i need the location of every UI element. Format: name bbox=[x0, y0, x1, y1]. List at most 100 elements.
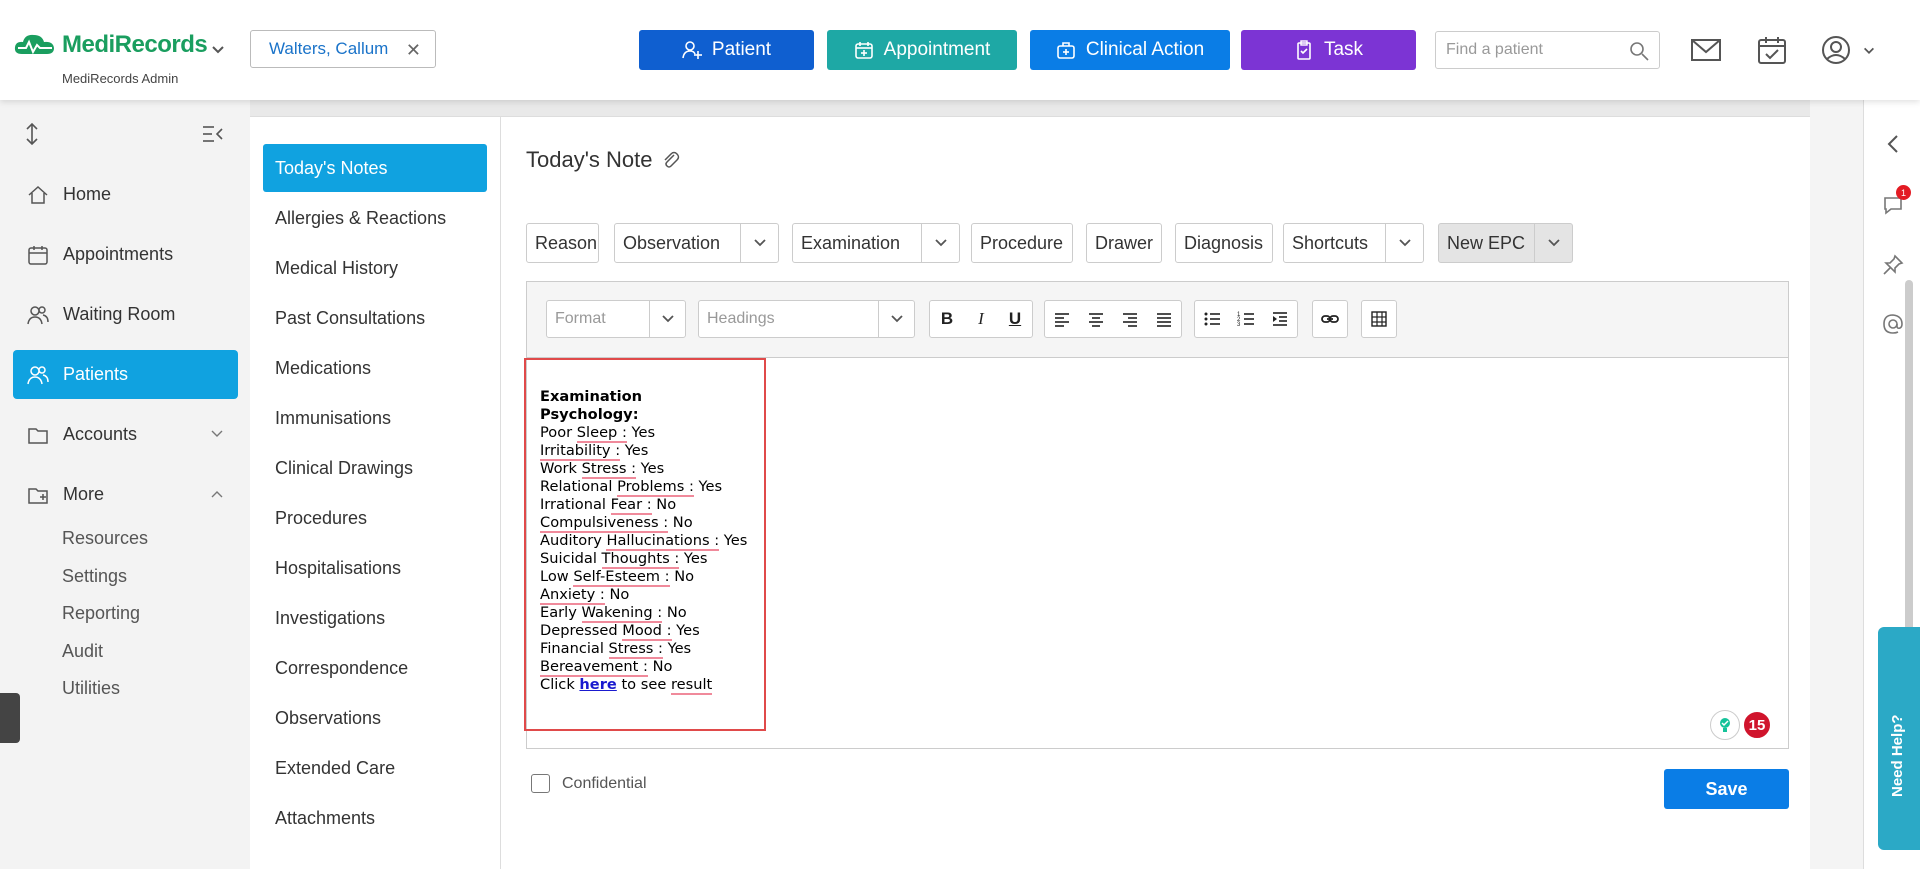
chevron-down-icon[interactable] bbox=[740, 224, 778, 262]
chevron-down-icon[interactable] bbox=[1862, 44, 1876, 58]
sidebar-item-waiting-room[interactable]: Waiting Room bbox=[13, 290, 238, 339]
note-line: Suicidal Thoughts : Yes bbox=[540, 550, 708, 569]
chevron-down-icon[interactable] bbox=[921, 224, 959, 262]
note-text[interactable]: Examination Psychology: Poor Sleep : Yes… bbox=[540, 388, 747, 695]
align-justify-icon[interactable] bbox=[1147, 301, 1181, 337]
section-correspondence[interactable]: Correspondence bbox=[263, 644, 487, 692]
confidential-checkbox[interactable]: Confidential bbox=[531, 774, 647, 793]
link-icon[interactable] bbox=[1313, 301, 1347, 337]
sidebar-subitem-utilities[interactable]: Utilities bbox=[62, 678, 120, 699]
note-heading: Examination bbox=[540, 388, 643, 405]
calendar-check-icon[interactable] bbox=[1756, 34, 1788, 66]
need-help-tab[interactable]: Need Help? bbox=[1878, 627, 1920, 850]
drawer-button[interactable]: Drawer bbox=[1086, 223, 1162, 263]
chevron-down-icon[interactable] bbox=[1385, 224, 1423, 262]
sidebar-item-label: Patients bbox=[63, 364, 129, 384]
section-allergies[interactable]: Allergies & Reactions bbox=[263, 194, 487, 242]
chevron-up-icon[interactable] bbox=[210, 487, 224, 501]
mail-icon[interactable] bbox=[1690, 34, 1722, 66]
sidebar-item-appointments[interactable]: Appointments bbox=[13, 230, 238, 279]
add-appointment-button[interactable]: Appointment bbox=[827, 30, 1017, 70]
align-left-icon[interactable] bbox=[1045, 301, 1079, 337]
numbered-list-icon[interactable]: 123 bbox=[1229, 301, 1263, 337]
new-epc-dropdown[interactable]: New EPC bbox=[1438, 223, 1573, 263]
save-button[interactable]: Save bbox=[1664, 769, 1789, 809]
chevron-down-icon[interactable] bbox=[210, 42, 226, 58]
indent-icon[interactable] bbox=[1263, 301, 1297, 337]
underline-button[interactable]: U bbox=[998, 301, 1032, 337]
grammar-assistant-icon[interactable] bbox=[1710, 710, 1740, 740]
result-link[interactable]: here bbox=[579, 676, 616, 693]
align-right-icon[interactable] bbox=[1113, 301, 1147, 337]
section-investigations[interactable]: Investigations bbox=[263, 594, 487, 642]
search-icon[interactable] bbox=[1629, 41, 1649, 61]
need-help-label: Need Help? bbox=[1889, 714, 1906, 797]
section-procedures[interactable]: Procedures bbox=[263, 494, 487, 542]
table-icon[interactable] bbox=[1362, 301, 1396, 337]
reason-button[interactable]: Reason bbox=[526, 223, 599, 263]
section-todays-notes[interactable]: Today's Notes bbox=[263, 144, 487, 192]
editor-toolbar: Format Headings B I U 123 bbox=[527, 282, 1788, 358]
device-tab[interactable] bbox=[0, 693, 20, 743]
chevron-down-icon[interactable] bbox=[1534, 224, 1572, 262]
patient-search-input[interactable]: Find a patient bbox=[1435, 31, 1660, 69]
sidebar-subitem-resources[interactable]: Resources bbox=[62, 528, 148, 549]
expand-vertical-icon[interactable] bbox=[22, 122, 42, 146]
close-icon[interactable]: ✕ bbox=[406, 40, 421, 61]
collapse-sidebar-icon[interactable] bbox=[202, 124, 224, 144]
chevron-down-icon[interactable] bbox=[210, 427, 224, 441]
sidebar-item-label: Home bbox=[63, 184, 112, 204]
section-observations[interactable]: Observations bbox=[263, 694, 487, 742]
shortcuts-dropdown[interactable]: Shortcuts bbox=[1283, 223, 1424, 263]
brand-logo[interactable]: MediRecords bbox=[12, 30, 208, 60]
align-center-icon[interactable] bbox=[1079, 301, 1113, 337]
mention-icon[interactable] bbox=[1882, 313, 1904, 335]
chevron-down-icon[interactable] bbox=[649, 301, 685, 337]
sidebar-subitem-settings[interactable]: Settings bbox=[62, 566, 127, 587]
sidebar-item-patients[interactable]: Patients bbox=[13, 350, 238, 399]
sidebar-subitem-audit[interactable]: Audit bbox=[62, 641, 103, 662]
editor-content[interactable]: Examination Psychology: Poor Sleep : Yes… bbox=[524, 358, 1788, 748]
italic-button[interactable]: I bbox=[964, 301, 998, 337]
add-patient-label: Patient bbox=[711, 39, 772, 60]
procedure-button[interactable]: Procedure bbox=[971, 223, 1073, 263]
examination-dropdown[interactable]: Examination bbox=[792, 223, 960, 263]
section-medical-history[interactable]: Medical History bbox=[263, 244, 487, 292]
clinical-action-button[interactable]: Clinical Action bbox=[1030, 30, 1230, 70]
sidebar-item-label: Accounts bbox=[63, 424, 138, 444]
bullet-list-icon[interactable] bbox=[1195, 301, 1229, 337]
headings-placeholder: Headings bbox=[707, 310, 775, 327]
headings-select[interactable]: Headings bbox=[698, 300, 915, 338]
paperclip-icon[interactable] bbox=[661, 150, 681, 170]
user-avatar-icon[interactable] bbox=[1820, 34, 1852, 66]
add-patient-button[interactable]: Patient bbox=[639, 30, 814, 70]
pin-icon[interactable] bbox=[1882, 254, 1904, 276]
section-medications[interactable]: Medications bbox=[263, 344, 487, 392]
bold-button[interactable]: B bbox=[930, 301, 964, 337]
observation-dropdown[interactable]: Observation bbox=[614, 223, 779, 263]
clipboard-check-icon bbox=[1297, 40, 1311, 60]
rich-text-editor: Format Headings B I U 123 Examination Ps… bbox=[524, 281, 1789, 749]
issue-count-badge[interactable]: 15 bbox=[1742, 710, 1772, 740]
section-attachments[interactable]: Attachments bbox=[263, 794, 487, 842]
patient-chip-label: Walters, Callum bbox=[269, 39, 389, 58]
scrollbar[interactable] bbox=[1905, 280, 1913, 640]
section-extended-care[interactable]: Extended Care bbox=[263, 744, 487, 792]
section-hospitalisations[interactable]: Hospitalisations bbox=[263, 544, 487, 592]
sidebar-subitem-reporting[interactable]: Reporting bbox=[62, 603, 140, 624]
chevron-down-icon[interactable] bbox=[878, 301, 914, 337]
sidebar-item-home[interactable]: Home bbox=[13, 170, 238, 219]
sidebar-item-more[interactable]: More bbox=[13, 470, 238, 519]
add-task-button[interactable]: Task bbox=[1241, 30, 1416, 70]
checkbox-box[interactable] bbox=[531, 774, 550, 793]
section-past-consultations[interactable]: Past Consultations bbox=[263, 294, 487, 342]
section-clinical-drawings[interactable]: Clinical Drawings bbox=[263, 444, 487, 492]
add-task-label: Task bbox=[1323, 39, 1364, 60]
notification-badge: 1 bbox=[1896, 185, 1911, 200]
sidebar-item-accounts[interactable]: Accounts bbox=[13, 410, 238, 459]
selected-patient-chip[interactable]: Walters, Callum ✕ bbox=[250, 30, 436, 68]
format-select[interactable]: Format bbox=[546, 300, 686, 338]
section-immunisations[interactable]: Immunisations bbox=[263, 394, 487, 442]
diagnosis-button[interactable]: Diagnosis bbox=[1175, 223, 1273, 263]
chevron-left-icon[interactable] bbox=[1882, 133, 1904, 155]
